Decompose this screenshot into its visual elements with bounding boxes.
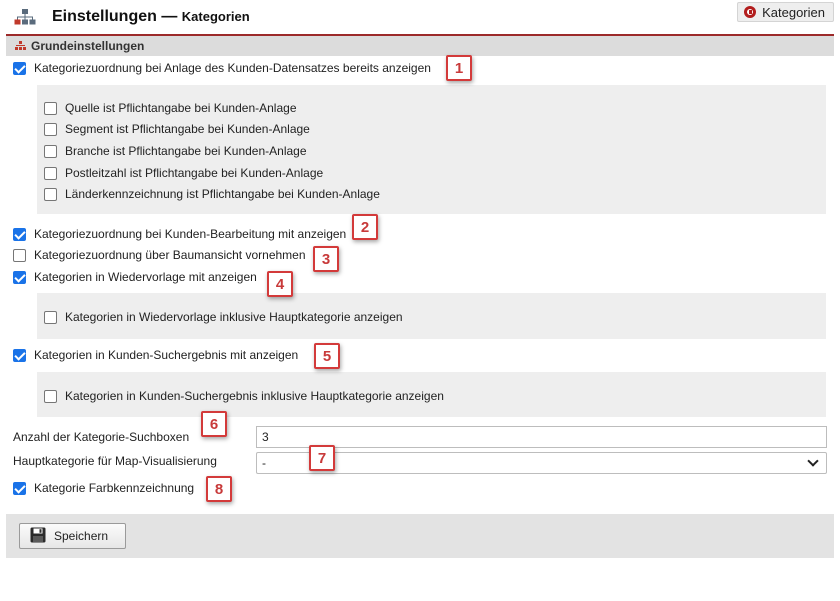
option-label: Kategorien in Kunden-Suchergebnis mit an… — [34, 348, 299, 362]
map-visualisierung-select[interactable]: - — [256, 452, 827, 474]
option-label: Kategoriezuordnung über Baumansicht vorn… — [34, 248, 306, 262]
checkbox-farbkennzeichnung[interactable] — [13, 481, 26, 495]
checkbox-wiedervorlage-haupt[interactable] — [44, 310, 57, 324]
option-laender-pflicht[interactable]: Länderkennzeichnung ist Pflichtangabe be… — [44, 187, 380, 201]
section-header-grundeinstellungen[interactable]: Grundeinstellungen — [6, 34, 834, 56]
suchboxen-input[interactable]: 3 — [256, 426, 827, 448]
checkbox-branche-pflicht[interactable] — [44, 144, 57, 158]
option-label: Kategoriezuordnung bei Kunden-Bearbeitun… — [34, 227, 347, 241]
back-circle-icon — [744, 6, 757, 18]
callout-6: 6 — [201, 411, 227, 437]
option-label: Kategorien in Wiedervorlage mit anzeigen — [34, 270, 257, 284]
option-label: Postleitzahl ist Pflichtangabe bei Kunde… — [65, 166, 324, 180]
checkbox-suchergebnis-haupt[interactable] — [44, 389, 57, 403]
save-button-label: Speichern — [54, 529, 109, 543]
option-segment-pflicht[interactable]: Segment ist Pflichtangabe bei Kunden-Anl… — [44, 122, 310, 136]
callout-8: 8 — [206, 476, 232, 502]
checkbox-baumansicht[interactable] — [13, 248, 26, 262]
option-label: Kategorie Farbkennzeichnung — [34, 481, 195, 495]
callout-2: 2 — [352, 214, 378, 240]
option-kategoriezuordnung-anlage[interactable]: Kategoriezuordnung bei Anlage des Kunden… — [13, 61, 431, 75]
option-label: Kategoriezuordnung bei Anlage des Kunden… — [34, 61, 431, 75]
floppy-disk-icon — [30, 527, 46, 546]
kategorien-button[interactable]: Kategorien — [737, 2, 834, 22]
page-subtitle: Kategorien — [181, 9, 250, 24]
callout-4: 4 — [267, 271, 293, 297]
section-title: Grundeinstellungen — [31, 39, 145, 53]
map-visualisierung-label-text: Hauptkategorie für Map-Visualisierung — [13, 454, 217, 468]
suchboxen-label-text: Anzahl der Kategorie-Suchboxen — [13, 430, 190, 444]
page-title: Einstellungen — Kategorien — [52, 8, 250, 26]
checkbox-kategoriezuordnung-anlage[interactable] — [13, 61, 26, 75]
checkbox-plz-pflicht[interactable] — [44, 166, 57, 180]
callout-number: 5 — [322, 347, 332, 365]
checkbox-wiedervorlage[interactable] — [13, 270, 26, 284]
kategorien-button-label: Kategorien — [762, 4, 825, 20]
option-label: Länderkennzeichnung ist Pflichtangabe be… — [65, 187, 380, 201]
callout-7: 7 — [309, 445, 335, 471]
checkbox-laender-pflicht[interactable] — [44, 187, 57, 201]
callout-number: 6 — [209, 415, 219, 433]
option-label: Kategorien in Kunden-Suchergebnis inklus… — [65, 389, 444, 403]
save-button[interactable]: Speichern — [19, 523, 126, 549]
callout-1: 1 — [446, 55, 472, 81]
option-kunden-bearbeitung[interactable]: Kategoriezuordnung bei Kunden-Bearbeitun… — [13, 227, 346, 241]
callout-number: 1 — [454, 59, 464, 77]
option-label: Branche ist Pflichtangabe bei Kunden-Anl… — [65, 144, 307, 158]
option-label: Quelle ist Pflichtangabe bei Kunden-Anla… — [65, 101, 297, 115]
option-plz-pflicht[interactable]: Postleitzahl ist Pflichtangabe bei Kunde… — [44, 166, 323, 180]
suchboxen-input-value: 3 — [262, 430, 269, 444]
page-title-separator: — — [156, 8, 182, 25]
footer-bar — [6, 514, 834, 558]
option-wiedervorlage-haupt[interactable]: Kategorien in Wiedervorlage inklusive Ha… — [44, 310, 403, 324]
option-label: Kategorien in Wiedervorlage inklusive Ha… — [65, 310, 403, 324]
option-baumansicht[interactable]: Kategoriezuordnung über Baumansicht vorn… — [13, 248, 306, 262]
option-quelle-pflicht[interactable]: Quelle ist Pflichtangabe bei Kunden-Anla… — [44, 101, 297, 115]
suchboxen-label: Anzahl der Kategorie-Suchboxen — [13, 430, 189, 444]
option-label: Segment ist Pflichtangabe bei Kunden-Anl… — [65, 122, 310, 136]
option-suchergebnis-haupt[interactable]: Kategorien in Kunden-Suchergebnis inklus… — [44, 389, 444, 403]
sitemap-small-icon — [15, 39, 26, 53]
option-farbkennzeichnung[interactable]: Kategorie Farbkennzeichnung — [13, 481, 194, 495]
callout-number: 4 — [275, 275, 285, 293]
checkbox-quelle-pflicht[interactable] — [44, 101, 57, 115]
option-suchergebnis[interactable]: Kategorien in Kunden-Suchergebnis mit an… — [13, 348, 298, 362]
map-visualisierung-label: Hauptkategorie für Map-Visualisierung — [13, 454, 217, 468]
checkbox-kunden-bearbeitung[interactable] — [13, 227, 26, 241]
page-title-main: Einstellungen — [52, 8, 157, 25]
callout-5: 5 — [314, 343, 340, 369]
callout-number: 3 — [321, 250, 331, 268]
checkbox-suchergebnis[interactable] — [13, 348, 26, 362]
callout-number: 2 — [360, 218, 370, 236]
sitemap-icon — [14, 8, 36, 26]
option-wiedervorlage[interactable]: Kategorien in Wiedervorlage mit anzeigen — [13, 270, 257, 284]
callout-3: 3 — [313, 246, 339, 272]
callout-number: 7 — [317, 449, 327, 467]
callout-number: 8 — [214, 480, 224, 498]
option-branche-pflicht[interactable]: Branche ist Pflichtangabe bei Kunden-Anl… — [44, 144, 307, 158]
checkbox-segment-pflicht[interactable] — [44, 122, 57, 136]
chevron-down-icon — [807, 455, 819, 467]
map-visualisierung-selected: - — [262, 456, 266, 470]
